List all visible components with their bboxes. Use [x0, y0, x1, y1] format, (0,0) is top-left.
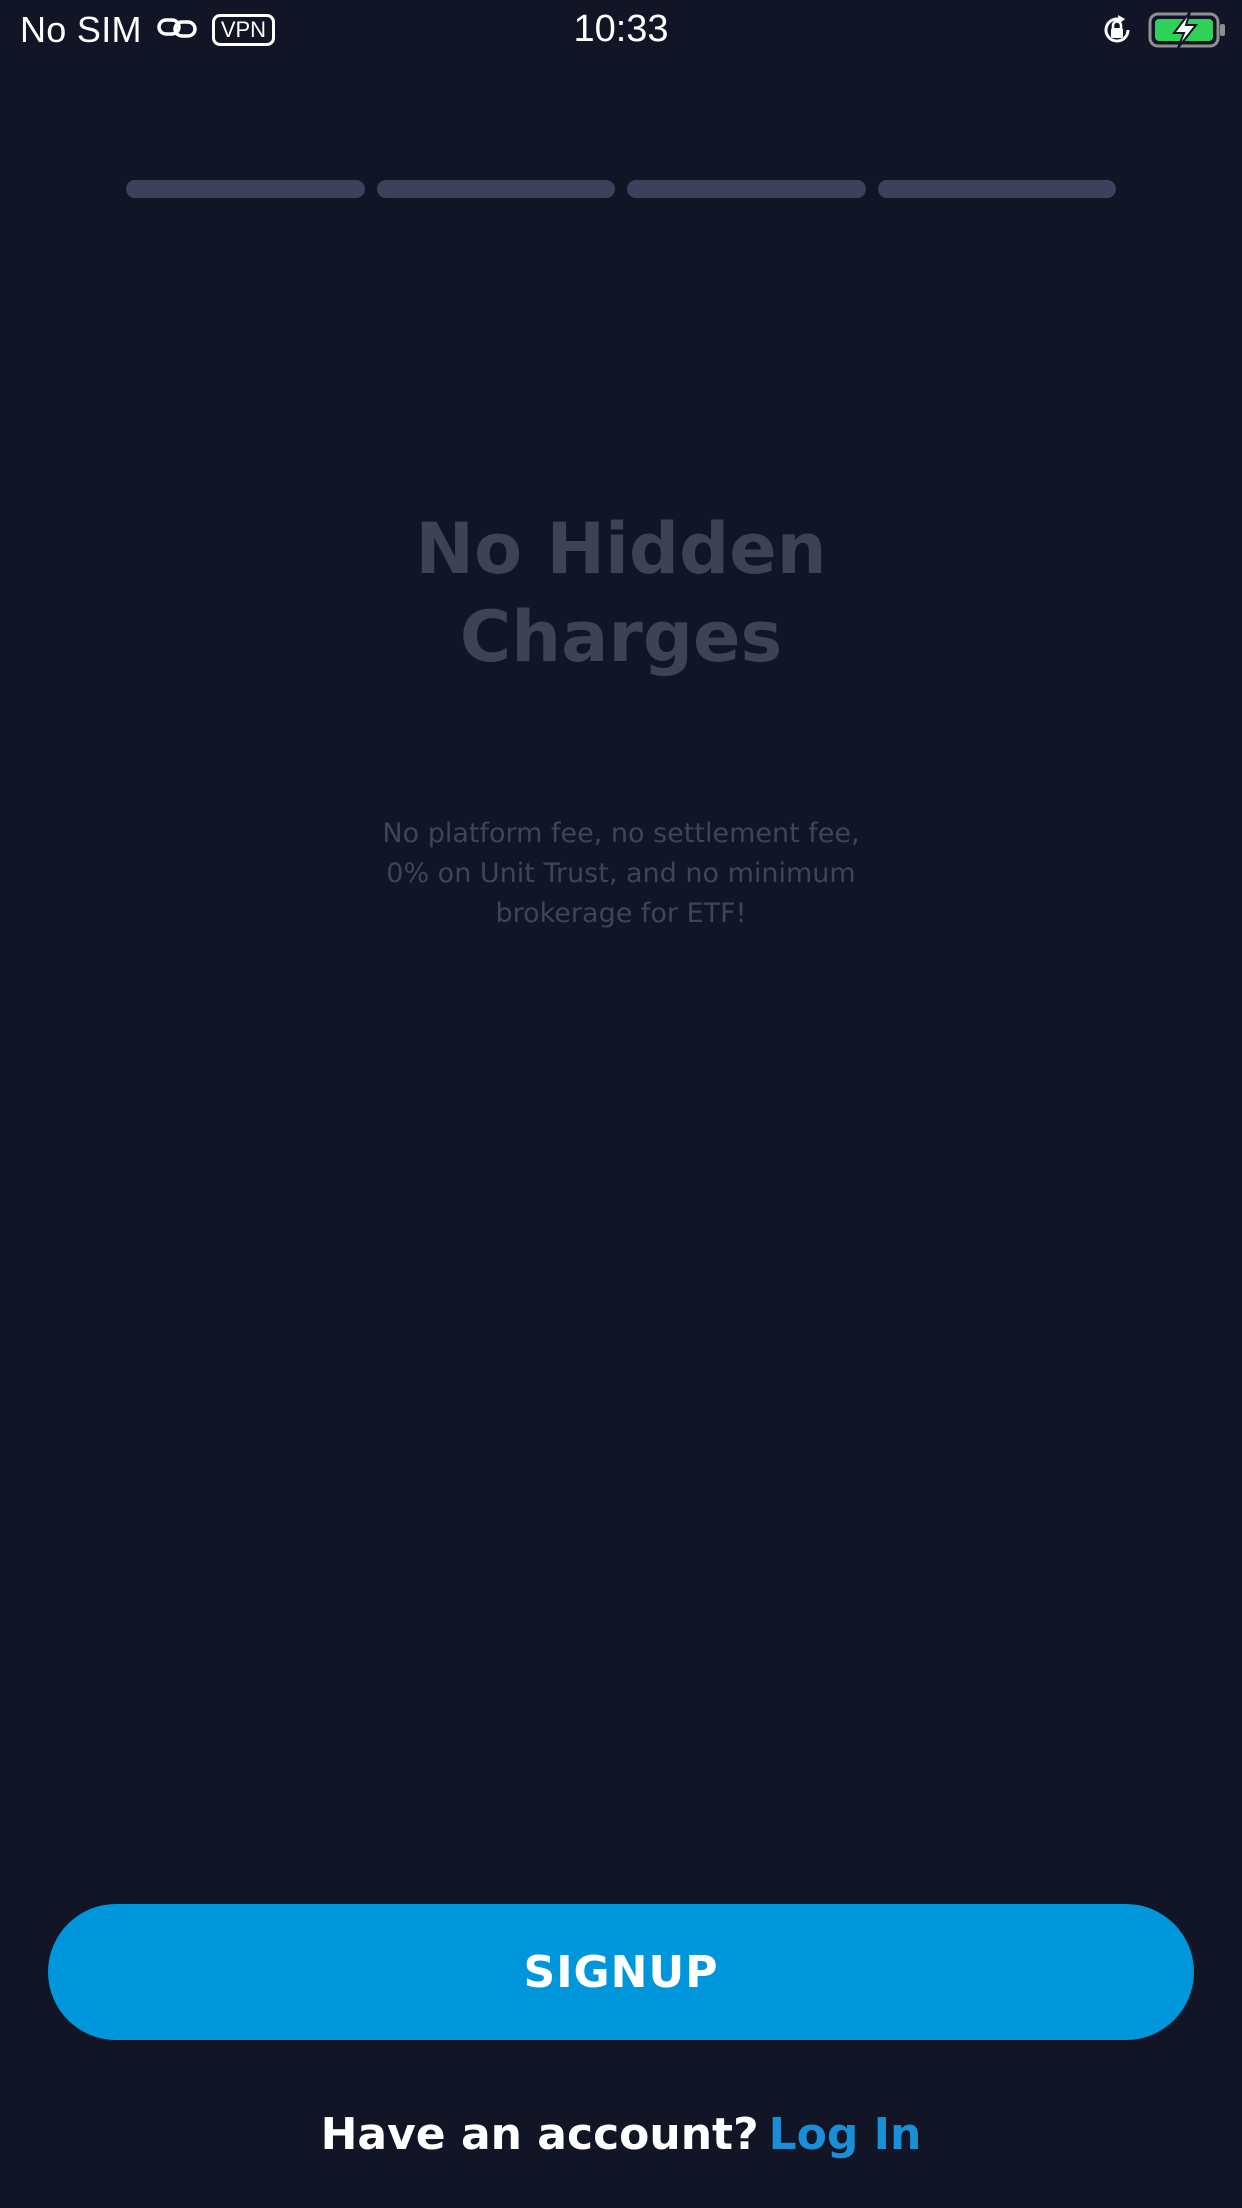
onboarding-progress [126, 180, 1116, 198]
login-prompt: Have an account? [320, 2109, 759, 2160]
login-row: Have an account? Log In [0, 2108, 1242, 2162]
orientation-lock-icon [1100, 13, 1134, 51]
status-bar-right [1100, 10, 1228, 54]
progress-segment [877, 180, 1116, 198]
onboarding-screen: No SIM VPN 10:33 No Hidden Charges No pl… [0, 0, 1242, 2208]
progress-segment [376, 180, 615, 198]
slide-title: No Hidden Charges [415, 508, 827, 678]
status-time: 10:33 [573, 8, 669, 50]
progress-segment [126, 180, 365, 198]
battery-charging-icon [1148, 11, 1228, 53]
signup-button[interactable]: SIGNUP [48, 1904, 1194, 2040]
login-link[interactable]: Log In [769, 2109, 922, 2160]
progress-segment [627, 180, 866, 198]
slide-description: No platform fee, no settlement fee, 0% o… [382, 818, 860, 929]
status-bar: No SIM VPN 10:33 [0, 0, 1242, 62]
